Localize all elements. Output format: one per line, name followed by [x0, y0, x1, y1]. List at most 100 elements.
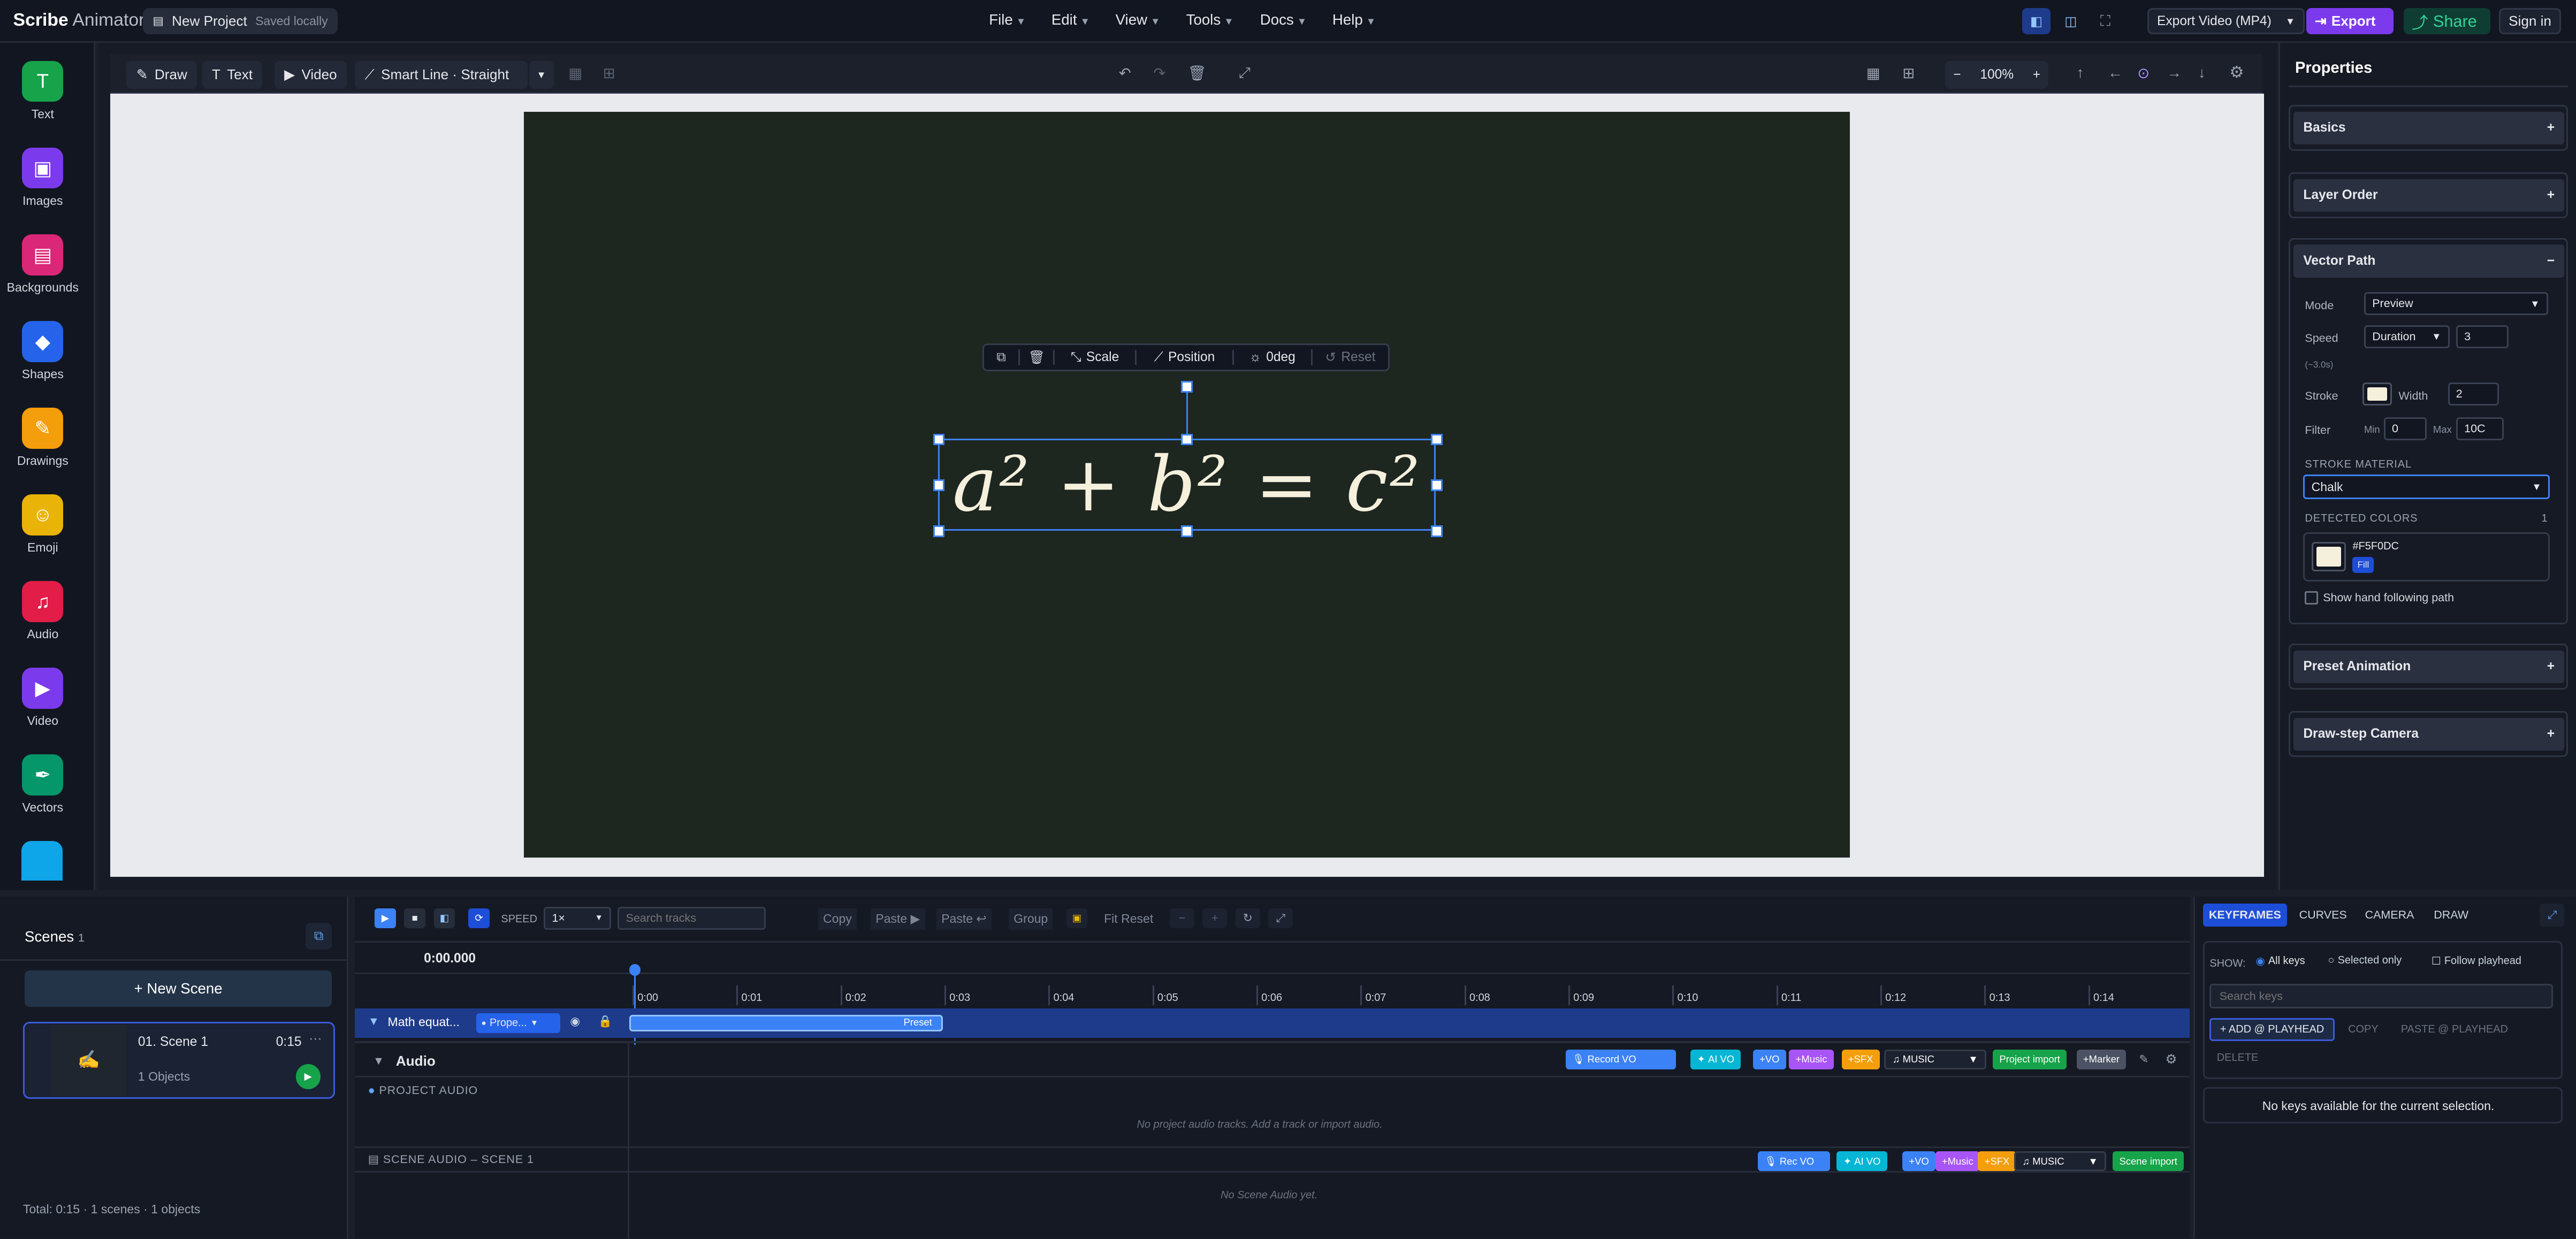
follow-playhead-checkbox[interactable]: ☐ Follow playhead [2432, 954, 2521, 968]
rail-item-video[interactable]: ▶ Video [0, 668, 86, 728]
copy-button[interactable]: Copy [818, 908, 857, 930]
add-at-playhead-button[interactable]: + ADD @ PLAYHEAD [2209, 1018, 2335, 1042]
gear-icon[interactable]: ⚙ [2229, 63, 2244, 82]
scene-import-button[interactable]: Scene import [2113, 1151, 2184, 1171]
zoom-out-button[interactable]: − [1953, 67, 1961, 82]
collapse-icon[interactable]: ▼ [368, 1015, 379, 1028]
scene-ai-vo-button[interactable]: ✦ AI VO [1836, 1151, 1887, 1171]
new-scene-button[interactable]: + New Scene [25, 970, 332, 1007]
chevron-down-icon[interactable]: ▼ [529, 60, 554, 89]
rail-item-text[interactable]: T Text [0, 60, 86, 121]
export-button[interactable]: ⇥ Export [2306, 8, 2394, 35]
stroke-material-select[interactable]: Chalk ▼ [2303, 475, 2550, 500]
resize-handle[interactable] [1431, 525, 1443, 537]
layer-order-header[interactable]: Layer Order + [2293, 179, 2565, 212]
playback-speed-select[interactable]: 1× ▼ [544, 906, 612, 930]
rotation-button[interactable]: ☼ 0deg [1232, 349, 1311, 365]
fit-reset-button[interactable]: Fit Reset [1099, 908, 1159, 930]
timeline-clip[interactable] [629, 1015, 943, 1032]
filter-min-input[interactable]: 0 [2383, 417, 2427, 440]
zoom-out-icon[interactable]: − [1169, 908, 1194, 928]
grid-view-icon[interactable]: ⊞ [1902, 64, 1915, 82]
ai-vo-button[interactable]: ✦ AI VO [1690, 1049, 1741, 1069]
resize-handle[interactable] [1181, 433, 1193, 445]
stroke-color-swatch[interactable] [2362, 383, 2392, 406]
layout-grid-icon[interactable]: ⊞ [603, 64, 615, 82]
paste-replace-button[interactable]: Paste ↩ [936, 908, 992, 930]
resize-handle[interactable] [1431, 479, 1443, 491]
smart-line-button[interactable]: ⟋ Smart Line · Straight [355, 60, 528, 89]
mode-select[interactable]: Preview ▼ [2364, 292, 2548, 316]
filter-max-input[interactable]: 10C [2456, 417, 2504, 440]
edit-icon[interactable]: ✎ [2139, 1053, 2148, 1066]
export-format-select[interactable]: Export Video (MP4) ▼ [2147, 8, 2305, 35]
show-selected-radio[interactable]: ○ Selected only [2328, 954, 2402, 967]
reset-button[interactable]: ↺ Reset [1310, 349, 1388, 365]
loop-icon[interactable]: ⟳ [468, 908, 490, 928]
add-marker-button[interactable]: +Marker [2076, 1049, 2127, 1069]
marker-icon[interactable]: ▣ [1066, 908, 1088, 928]
lock-icon[interactable]: 🔒 [598, 1015, 613, 1028]
redo-icon[interactable]: ↷ [1153, 64, 1165, 82]
add-music-button[interactable]: +Music [1789, 1049, 1834, 1069]
show-hand-checkbox[interactable] [2305, 591, 2318, 605]
arrow-up-icon[interactable]: ↑ [2077, 64, 2084, 81]
play-icon[interactable]: ▶ [374, 908, 396, 928]
paste-at-playhead-button[interactable]: PASTE @ PLAYHEAD [2390, 1018, 2518, 1041]
width-input[interactable]: 2 [2448, 383, 2499, 406]
search-tracks-input[interactable] [618, 906, 766, 930]
menu-edit[interactable]: Edit ▼ [1051, 11, 1090, 28]
math-equation[interactable]: a² + b² = c² [938, 435, 1436, 534]
menu-docs[interactable]: Docs ▼ [1260, 11, 1307, 28]
show-all-radio[interactable]: ◉ All keys [2255, 954, 2305, 968]
basics-header[interactable]: Basics + [2293, 111, 2565, 145]
expand-icon[interactable]: ⤢ [1268, 908, 1293, 928]
menu-help[interactable]: Help ▼ [1332, 11, 1376, 28]
video-tool-button[interactable]: ▶ Video [274, 60, 347, 89]
scene-copy-icon[interactable]: ⧉ [306, 923, 332, 950]
tab-curves[interactable]: CURVES [2293, 904, 2353, 927]
layout-icon[interactable]: ▦ [1866, 64, 1880, 82]
visibility-icon[interactable]: ◉ [570, 1015, 580, 1028]
share-button[interactable]: ⤴ Share [2403, 8, 2491, 35]
music-select[interactable]: ♫ MUSIC ▼ [1884, 1049, 1986, 1069]
menu-tools[interactable]: Tools ▼ [1186, 11, 1234, 28]
record-vo-button[interactable]: 🎙 Record VO [1565, 1049, 1676, 1069]
resize-handle[interactable] [933, 479, 945, 491]
speed-input[interactable]: 3 [2456, 325, 2509, 348]
grid-icon[interactable]: ▦ [568, 64, 582, 82]
group-button[interactable]: Group [1009, 908, 1053, 930]
tab-camera[interactable]: CAMERA [2359, 904, 2420, 927]
zoom-in-icon[interactable]: + [1202, 908, 1228, 928]
arrow-left-icon[interactable]: ← [2108, 64, 2123, 81]
collapse-icon[interactable]: ▼ [373, 1054, 384, 1068]
tab-draw[interactable]: DRAW [2427, 904, 2476, 927]
scene-music-select[interactable]: ♫ MUSIC ▼ [2014, 1151, 2106, 1171]
center-icon[interactable]: ⊙ [2137, 64, 2150, 82]
menu-file[interactable]: File ▼ [989, 11, 1026, 28]
fullscreen-icon[interactable]: ⤢ [1239, 64, 1251, 82]
settings-icon[interactable]: ⚙ [2165, 1051, 2177, 1067]
stop-icon[interactable]: ■ [404, 908, 426, 928]
resize-handle[interactable] [933, 433, 945, 445]
preset-animation-header[interactable]: Preset Animation + [2293, 650, 2565, 684]
play-scene-icon[interactable]: ▶ [295, 1064, 321, 1089]
more-icon[interactable]: ··· [309, 1031, 322, 1046]
rec-vo-button[interactable]: 🎙 Rec VO [1758, 1151, 1831, 1171]
rail-item-drawings[interactable]: ✎ Drawings [0, 408, 86, 468]
rail-item-audio[interactable]: ♫ Audio [0, 581, 86, 641]
detected-color-swatch[interactable] [2311, 542, 2346, 572]
rail-item-images[interactable]: ▣ Images [0, 147, 86, 208]
rail-item-backgrounds[interactable]: ▤ Backgrounds [0, 234, 86, 295]
trash-icon[interactable]: 🗑 [1018, 349, 1053, 365]
tab-keyframes[interactable]: KEYFRAMES [2203, 903, 2287, 927]
add-sfx-button[interactable]: +SFX [1841, 1049, 1880, 1069]
delete-keys-button[interactable]: DELETE [2209, 1046, 2265, 1069]
rail-item-shapes[interactable]: ◆ Shapes [0, 320, 86, 381]
playhead-handle[interactable] [629, 964, 641, 976]
track-property-select[interactable]: ● Prope... ▼ [476, 1013, 560, 1034]
rail-item-vectors[interactable]: ✒ Vectors [0, 754, 86, 815]
track-name[interactable]: Math equat... [388, 1015, 460, 1029]
project-import-button[interactable]: Project import [1993, 1049, 2067, 1069]
rail-item-emoji[interactable]: ☺ Emoji [0, 494, 86, 555]
